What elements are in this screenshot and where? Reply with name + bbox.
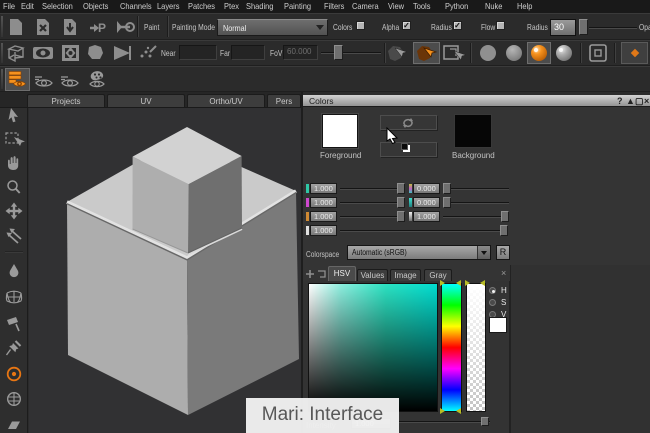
svg-text:P: P [98, 21, 106, 35]
